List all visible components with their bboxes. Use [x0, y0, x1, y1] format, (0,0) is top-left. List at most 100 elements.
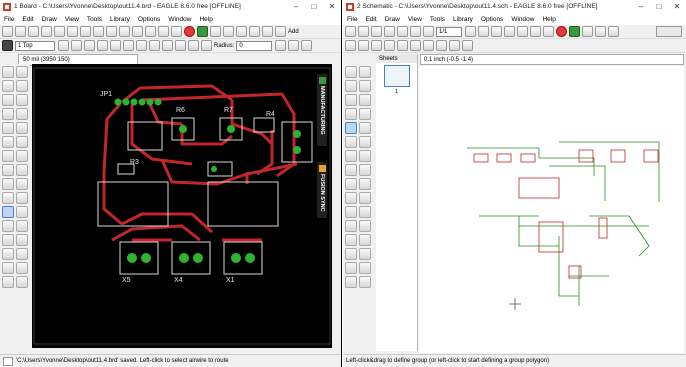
text-tool-icon[interactable]	[16, 220, 28, 232]
invoke-tool-icon[interactable]	[345, 192, 357, 204]
wire-tool-icon[interactable]	[345, 206, 357, 218]
arc-tool-icon[interactable]	[359, 220, 371, 232]
bend-style-9-icon[interactable]	[162, 40, 173, 51]
menu-library[interactable]: Library	[453, 16, 473, 23]
maximize-icon[interactable]: □	[305, 0, 323, 13]
bend-style-3-icon[interactable]	[84, 40, 95, 51]
erc-icon[interactable]	[249, 26, 260, 37]
add-tool-icon[interactable]	[2, 150, 14, 162]
add-tool-icon[interactable]	[345, 150, 357, 162]
ulp-icon[interactable]	[80, 26, 91, 37]
drc-icon[interactable]	[236, 26, 247, 37]
layer-select[interactable]: 1 Top	[15, 40, 55, 51]
pin-icon[interactable]	[301, 40, 313, 51]
menu-window[interactable]: Window	[511, 16, 534, 23]
rotate-tool-icon[interactable]	[16, 108, 28, 120]
bend-style-4-icon[interactable]	[97, 40, 108, 51]
name-tool-icon[interactable]	[16, 150, 28, 162]
net-tool-icon[interactable]	[345, 248, 357, 260]
zoom-out-icon[interactable]	[491, 26, 502, 37]
optimize-tool-icon[interactable]	[2, 192, 14, 204]
route-tool-icon[interactable]	[2, 206, 14, 218]
zoom-fit-icon[interactable]	[465, 26, 476, 37]
bend-style-10-icon[interactable]	[175, 40, 186, 51]
circle-tool-icon[interactable]	[2, 234, 14, 246]
delete-tool-icon[interactable]	[16, 136, 28, 148]
zoom-redraw-icon[interactable]	[132, 26, 143, 37]
go-icon[interactable]	[197, 26, 208, 37]
change-tool-icon[interactable]	[16, 122, 28, 134]
menu-options[interactable]: Options	[138, 16, 160, 23]
add-label[interactable]: Add	[288, 29, 299, 35]
sheet-thumbnail[interactable]	[383, 65, 410, 87]
smash-tool-icon[interactable]	[345, 178, 357, 190]
menu-view[interactable]: View	[408, 16, 422, 23]
bend-style-6-icon[interactable]	[410, 40, 421, 51]
bend-style-8-icon[interactable]	[149, 40, 160, 51]
mark-tool-icon[interactable]	[359, 80, 371, 92]
zoom-select-icon[interactable]	[517, 26, 528, 37]
loop-icon[interactable]	[288, 40, 300, 51]
menu-draw[interactable]: Draw	[385, 16, 400, 23]
board-canvas[interactable]: JP1 R6 R7 R4 R3 X5 X4 X1 MANUFACTURING F…	[32, 64, 332, 348]
show-tool-icon[interactable]	[359, 66, 371, 78]
bend-style-12-icon[interactable]	[201, 40, 212, 51]
go-icon[interactable]	[569, 26, 580, 37]
ulp-icon[interactable]	[423, 26, 434, 37]
info-tool-icon[interactable]	[2, 66, 14, 78]
wire-tool-icon[interactable]	[2, 220, 14, 232]
print-icon[interactable]	[28, 26, 39, 37]
paste-tool-icon[interactable]	[2, 136, 14, 148]
close-icon[interactable]: ✕	[668, 0, 686, 13]
mirror-tool-icon[interactable]	[345, 108, 357, 120]
fusion-sync-tab[interactable]: FUSION SYNC	[317, 162, 327, 218]
menu-tools[interactable]: Tools	[87, 16, 102, 23]
board-icon[interactable]	[397, 26, 408, 37]
undo-icon[interactable]	[158, 26, 169, 37]
bend-style-9-icon[interactable]	[449, 40, 460, 51]
attribute-tool-icon[interactable]	[345, 276, 357, 288]
bend-style-5-icon[interactable]	[110, 40, 121, 51]
dimension-tool-icon[interactable]	[359, 276, 371, 288]
sheet-select[interactable]: 1/1	[436, 26, 462, 37]
info-icon[interactable]	[262, 26, 273, 37]
cam-icon[interactable]	[41, 26, 52, 37]
grid-icon[interactable]	[582, 26, 593, 37]
menu-edit[interactable]: Edit	[365, 16, 376, 23]
ripup-tool-icon[interactable]	[16, 206, 28, 218]
mirror-tool-icon[interactable]	[2, 108, 14, 120]
layers-icon[interactable]	[223, 26, 234, 37]
save-icon[interactable]	[15, 26, 26, 37]
bend-style-1-icon[interactable]	[58, 40, 69, 51]
bend-style-10-icon[interactable]	[462, 40, 473, 51]
bend-style-4-icon[interactable]	[384, 40, 395, 51]
value-tool-icon[interactable]	[359, 164, 371, 176]
paste-tool-icon[interactable]	[345, 136, 357, 148]
rect-tool-icon[interactable]	[345, 234, 357, 246]
script-icon[interactable]	[410, 26, 421, 37]
stop-icon[interactable]	[556, 26, 567, 37]
minimize-icon[interactable]: –	[287, 0, 305, 13]
save-icon[interactable]	[358, 26, 369, 37]
arc-tool-icon[interactable]	[16, 234, 28, 246]
text-tool-icon[interactable]	[359, 206, 371, 218]
name-tool-icon[interactable]	[345, 164, 357, 176]
stop-icon[interactable]	[184, 26, 195, 37]
delete-tool-icon[interactable]	[359, 136, 371, 148]
dimension-tool-icon[interactable]	[16, 276, 28, 288]
menu-file[interactable]: File	[4, 16, 14, 23]
show-tool-icon[interactable]	[16, 66, 28, 78]
group-tool-icon[interactable]	[345, 122, 357, 134]
split-tool-icon[interactable]	[16, 178, 28, 190]
bend-style-2-icon[interactable]	[358, 40, 369, 51]
label-tool-icon[interactable]	[359, 262, 371, 274]
zoom-select-icon[interactable]	[145, 26, 156, 37]
maximize-icon[interactable]: □	[650, 0, 668, 13]
gate-swap-tool-icon[interactable]	[359, 192, 371, 204]
miter-tool-icon[interactable]	[2, 178, 14, 190]
bend-style-5-icon[interactable]	[397, 40, 408, 51]
erc-icon[interactable]	[608, 26, 619, 37]
via-tool-icon[interactable]	[2, 262, 14, 274]
status-icon[interactable]	[3, 356, 13, 366]
display-tool-icon[interactable]	[345, 80, 357, 92]
